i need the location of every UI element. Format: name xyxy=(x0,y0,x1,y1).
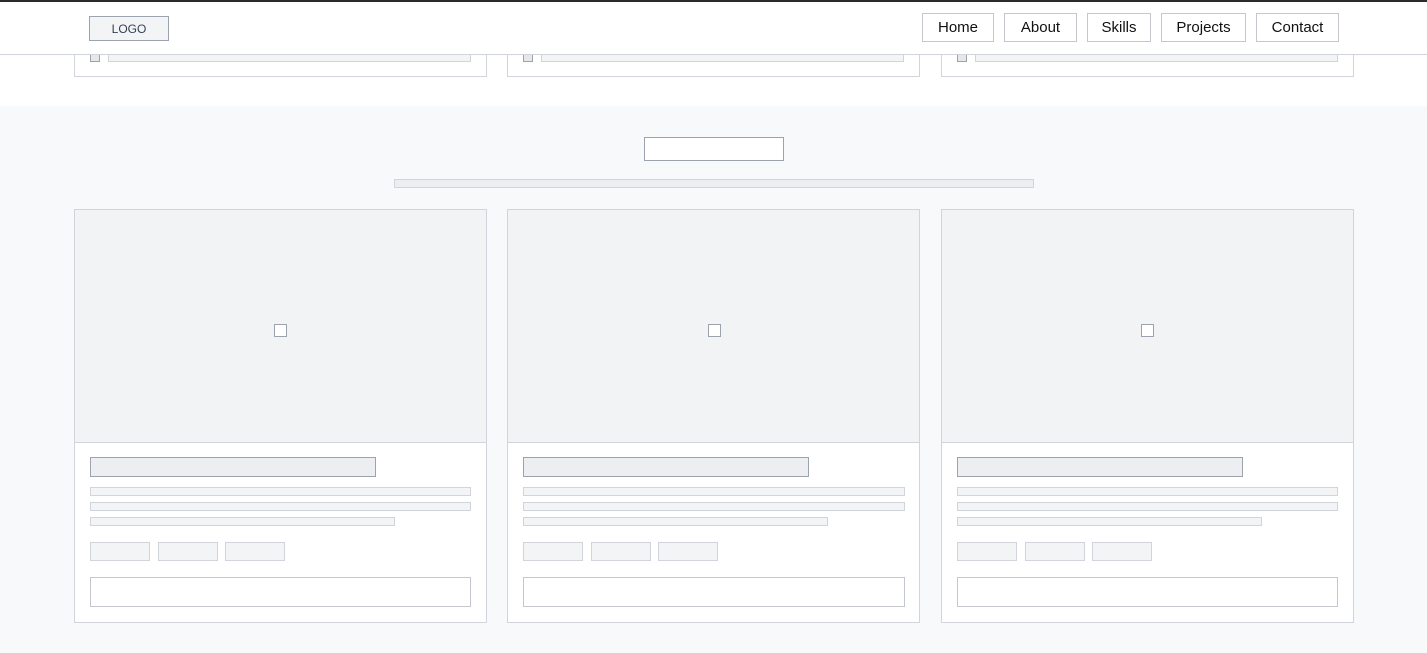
nav-home[interactable]: Home xyxy=(922,13,994,42)
project-card xyxy=(941,209,1354,623)
project-tag-placeholder xyxy=(658,542,718,561)
project-button[interactable] xyxy=(957,577,1338,607)
project-text-placeholder xyxy=(523,487,905,496)
nav-contact[interactable]: Contact xyxy=(1256,13,1339,42)
project-text-placeholder xyxy=(957,517,1262,526)
project-title-placeholder xyxy=(90,457,376,477)
project-card xyxy=(74,209,487,623)
section-subtitle-placeholder xyxy=(394,179,1034,188)
nav-skills[interactable]: Skills xyxy=(1087,13,1151,42)
projects-section xyxy=(0,106,1427,653)
project-text-placeholder xyxy=(90,517,395,526)
section-title-placeholder xyxy=(644,137,784,161)
project-image-placeholder xyxy=(942,210,1353,443)
logo[interactable]: LOGO xyxy=(89,16,169,41)
project-text-placeholder xyxy=(90,502,471,511)
project-tag-placeholder xyxy=(158,542,218,561)
project-tag-placeholder xyxy=(1025,542,1085,561)
nav-projects[interactable]: Projects xyxy=(1161,13,1246,42)
project-tag-placeholder xyxy=(591,542,651,561)
project-tag-placeholder xyxy=(225,542,285,561)
project-image-placeholder xyxy=(75,210,486,443)
project-text-placeholder xyxy=(523,502,905,511)
project-image-placeholder xyxy=(508,210,919,443)
project-text-placeholder xyxy=(90,487,471,496)
navbar: LOGO Home About Skills Projects Contact xyxy=(0,2,1427,55)
image-placeholder-icon xyxy=(274,324,287,337)
project-tag-placeholder xyxy=(957,542,1017,561)
project-title-placeholder xyxy=(957,457,1243,477)
project-card xyxy=(507,209,920,623)
project-text-placeholder xyxy=(957,502,1338,511)
project-button[interactable] xyxy=(90,577,471,607)
project-text-placeholder xyxy=(523,517,828,526)
image-placeholder-icon xyxy=(708,324,721,337)
project-title-placeholder xyxy=(523,457,809,477)
project-button[interactable] xyxy=(523,577,905,607)
project-tag-placeholder xyxy=(523,542,583,561)
project-tag-placeholder xyxy=(90,542,150,561)
project-tag-placeholder xyxy=(1092,542,1152,561)
image-placeholder-icon xyxy=(1141,324,1154,337)
nav-about[interactable]: About xyxy=(1004,13,1077,42)
project-text-placeholder xyxy=(957,487,1338,496)
